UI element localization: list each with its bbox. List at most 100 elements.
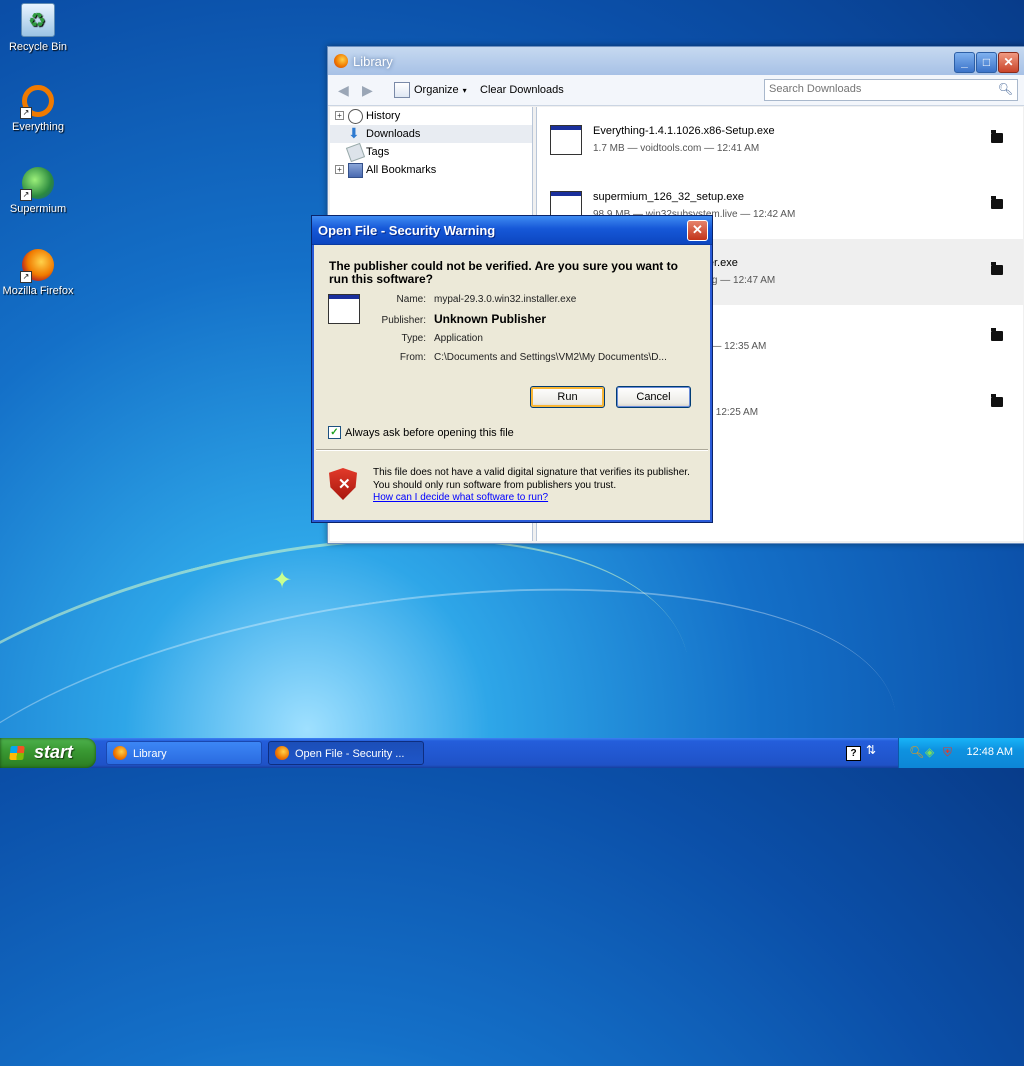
organize-label: Organize bbox=[414, 84, 459, 96]
shortcut-arrow-icon: ↗ bbox=[20, 271, 32, 283]
firefox-icon: ↗ bbox=[20, 249, 54, 283]
dialog-title: Open File - Security Warning bbox=[318, 223, 496, 238]
tag-icon bbox=[345, 142, 366, 163]
open-folder-icon[interactable] bbox=[991, 130, 1003, 143]
file-name-value: mypal-29.3.0.win32.installer.exe bbox=[434, 294, 577, 305]
windows-flag-icon bbox=[9, 746, 25, 760]
dialog-question: The publisher could not be verified. Are… bbox=[329, 259, 678, 286]
publisher-value: Unknown Publisher bbox=[434, 312, 547, 326]
download-meta: 1.7 MB — voidtools.com — 12:41 AM bbox=[593, 143, 760, 154]
shortcut-arrow-icon: ↗ bbox=[20, 189, 32, 201]
sidebar-item-history[interactable]: + History bbox=[330, 107, 532, 125]
type-row: Type: Application bbox=[372, 333, 702, 344]
system-tray: 🔍︎ ◈ ⛨ 12:48 AM bbox=[898, 738, 1024, 768]
desktop-icon-recycle-bin[interactable]: Recycle Bin bbox=[0, 3, 78, 53]
desktop-icon-supermium[interactable]: ↗ Supermium bbox=[0, 167, 78, 215]
always-ask-checkbox-row[interactable]: ✓ Always ask before opening this file bbox=[328, 426, 514, 439]
wallpaper-sparkle: ✦ bbox=[272, 567, 293, 594]
taskbar-button-library[interactable]: Library bbox=[106, 741, 262, 765]
help-link[interactable]: How can I decide what software to run? bbox=[373, 492, 548, 503]
network-icon[interactable]: ⇅ bbox=[866, 743, 876, 757]
dialog-titlebar[interactable]: Open File - Security Warning ✕ bbox=[312, 216, 712, 245]
maximize-button[interactable]: □ bbox=[976, 52, 997, 73]
from-row: From: C:\Documents and Settings\VM2\My Do… bbox=[372, 352, 702, 363]
publisher-row: Publisher: Unknown Publisher bbox=[372, 312, 702, 326]
open-folder-icon[interactable] bbox=[991, 196, 1003, 209]
search-input[interactable] bbox=[765, 80, 993, 98]
expand-icon[interactable]: + bbox=[335, 165, 344, 174]
open-folder-icon[interactable] bbox=[991, 394, 1003, 407]
expand-icon[interactable]: + bbox=[335, 111, 344, 120]
sidebar-item-downloads[interactable]: ⬇ Downloads bbox=[330, 125, 532, 143]
firefox-icon bbox=[334, 54, 348, 68]
security-alert-icon[interactable]: ⛨ bbox=[943, 745, 957, 759]
warning-text: This file does not have a valid digital … bbox=[373, 467, 690, 491]
download-meta: org — 12:47 AM bbox=[703, 275, 776, 286]
taskbar-button-open-file[interactable]: Open File - Security ... bbox=[268, 741, 424, 765]
divider bbox=[316, 449, 708, 451]
firefox-icon bbox=[275, 746, 289, 760]
desktop-icon-label: Mozilla Firefox bbox=[2, 285, 74, 297]
download-arrow-icon: ⬇ bbox=[348, 125, 360, 141]
open-folder-icon[interactable] bbox=[991, 328, 1003, 341]
application-file-icon bbox=[328, 294, 360, 324]
download-item[interactable]: Everything-1.4.1.1026.x86-Setup.exe 1.7 … bbox=[537, 107, 1023, 173]
search-icon[interactable]: 🔍︎ bbox=[998, 82, 1013, 96]
clear-downloads-button[interactable]: Clear Downloads bbox=[480, 84, 564, 96]
organize-icon bbox=[394, 82, 410, 98]
shortcut-arrow-icon: ↗ bbox=[20, 107, 32, 119]
close-button[interactable]: ✕ bbox=[998, 52, 1019, 73]
sidebar-item-label: Downloads bbox=[366, 128, 421, 140]
from-value: C:\Documents and Settings\VM2\My Documen… bbox=[434, 352, 667, 363]
desktop-icon-firefox[interactable]: ↗ Mozilla Firefox bbox=[0, 249, 78, 297]
supermium-icon: ↗ bbox=[20, 167, 54, 201]
always-ask-checkbox[interactable]: ✓ bbox=[328, 426, 341, 439]
chevron-down-icon: ▾ bbox=[462, 85, 467, 95]
checkbox-label: Always ask before opening this file bbox=[345, 426, 514, 439]
sidebar-item-label: Tags bbox=[366, 146, 390, 158]
field-label: Type: bbox=[401, 333, 426, 344]
file-name-row: Name: mypal-29.3.0.win32.installer.exe bbox=[372, 294, 702, 305]
field-label: From: bbox=[399, 352, 426, 363]
library-title: Library bbox=[353, 54, 393, 69]
run-button[interactable]: Run bbox=[530, 386, 605, 408]
desktop-icon-label: Supermium bbox=[9, 203, 67, 215]
taskbar-button-label: Library bbox=[133, 748, 167, 760]
search-box: 🔍︎ bbox=[764, 79, 1018, 101]
security-shield-icon: ✕ bbox=[329, 468, 357, 500]
desktop-icon-label: Recycle Bin bbox=[8, 41, 68, 53]
exe-file-icon bbox=[550, 125, 582, 155]
bookmarks-icon bbox=[348, 163, 363, 178]
start-button[interactable]: start bbox=[0, 738, 96, 768]
help-icon[interactable]: ? bbox=[846, 746, 861, 761]
cancel-button[interactable]: Cancel bbox=[616, 386, 691, 408]
search-icon[interactable]: 🔍︎ bbox=[909, 745, 924, 759]
sidebar-item-all-bookmarks[interactable]: + All Bookmarks bbox=[330, 161, 532, 179]
back-arrow-icon[interactable]: ◀ bbox=[338, 82, 349, 99]
sidebar-item-tags[interactable]: Tags bbox=[330, 142, 532, 163]
field-label: Publisher: bbox=[381, 315, 426, 326]
minimize-button[interactable]: _ bbox=[954, 52, 975, 73]
desktop-icon-label: Everything bbox=[12, 121, 64, 133]
desktop-icon-everything[interactable]: ↗ Everything bbox=[0, 85, 78, 133]
shield-icon[interactable]: ◈ bbox=[925, 745, 939, 759]
start-label: start bbox=[34, 742, 74, 762]
clock-icon bbox=[348, 109, 363, 124]
everything-icon-wrap: ↗ bbox=[20, 85, 54, 119]
firefox-icon bbox=[113, 746, 127, 760]
download-name: Everything-1.4.1.1026.x86-Setup.exe bbox=[593, 125, 775, 137]
library-titlebar[interactable]: Library _ □ ✕ bbox=[328, 47, 1024, 75]
type-value: Application bbox=[434, 333, 483, 344]
security-warning-dialog: Open File - Security Warning ✕ The publi… bbox=[311, 215, 713, 523]
recycle-bin-icon bbox=[21, 3, 55, 37]
field-label: Name: bbox=[396, 294, 426, 305]
organize-button[interactable]: Organize ▾ bbox=[394, 82, 467, 98]
taskbar-button-label: Open File - Security ... bbox=[295, 748, 405, 760]
open-folder-icon[interactable] bbox=[991, 262, 1003, 275]
clock: 12:48 AM bbox=[966, 746, 1013, 758]
forward-arrow-icon[interactable]: ▶ bbox=[362, 82, 373, 99]
download-name: supermium_126_32_setup.exe bbox=[593, 191, 745, 203]
dialog-close-button[interactable]: ✕ bbox=[687, 220, 708, 241]
sidebar-item-label: All Bookmarks bbox=[366, 164, 437, 176]
sidebar-item-label: History bbox=[366, 110, 401, 122]
